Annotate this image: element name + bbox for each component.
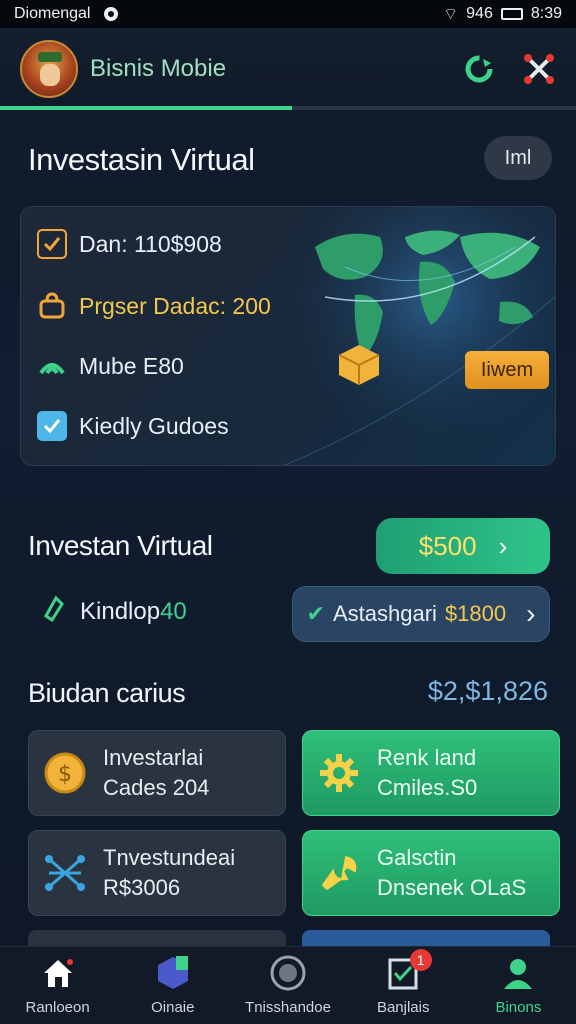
nav-item-transactions[interactable]: Tnisshandoe	[230, 947, 345, 1024]
section-title-businesses: Biudan carius	[28, 678, 186, 708]
notification-icon	[104, 7, 119, 21]
nav-label: Binons	[495, 999, 542, 1016]
nav-label: Oinaie	[151, 999, 195, 1016]
tile-investarlai[interactable]: $ Investarlai Cades 204	[28, 730, 286, 816]
chevron-right-icon: ›	[526, 598, 536, 629]
nav-item-home[interactable]: Ranloeon	[0, 947, 115, 1024]
section-title-investment: Investasin Virtual	[28, 142, 255, 177]
wrench-icon	[317, 851, 361, 895]
checkbox-checked-icon[interactable]	[37, 229, 67, 259]
nav-item-banjlais[interactable]: 1 Banjlais	[346, 947, 461, 1024]
battery-icon	[500, 8, 523, 20]
tile-tnvestundeai[interactable]: Tnvestundeai R$3006	[28, 830, 286, 916]
amount-label: $500	[418, 530, 477, 561]
wifi-icon: ⌔	[443, 6, 459, 23]
chevron-right-icon: ›	[498, 530, 508, 561]
blue-action-button[interactable]: ✔ Astashgari $1800 ›	[292, 586, 550, 642]
nav-label: Banjlais	[376, 999, 430, 1016]
signal-icon	[37, 351, 67, 381]
tile-galsctin[interactable]: Galsctin Dnsenek OLaS	[302, 830, 560, 916]
network-icon	[43, 851, 87, 895]
refresh-icon[interactable]	[462, 52, 496, 86]
check-icon: ✔	[306, 601, 325, 626]
tile-line1: Investarlai	[103, 745, 204, 770]
home-icon	[38, 953, 78, 993]
clock: 8:39	[530, 5, 562, 22]
tile-line2: R$3006	[103, 875, 181, 900]
signal-text: 946	[466, 5, 493, 22]
card-row-mobile: Mube E80	[37, 351, 184, 381]
bottom-nav: Ranloeon Oinaie Tnisshandoe 1 Banjlais B…	[0, 946, 576, 1024]
kindlop-item: Kindlop 40	[42, 594, 187, 629]
carrier-label: Diomengal	[14, 5, 91, 22]
tile-line1: Galsctin	[377, 845, 457, 870]
tile-line1: Renk land	[377, 745, 477, 770]
tile-renk-land[interactable]: Renk land Cmiles.S0	[302, 730, 560, 816]
total-value: $2,$1,826	[427, 676, 548, 706]
tile-line2: Cmiles.S0	[377, 775, 478, 800]
settings-cross-icon[interactable]	[522, 52, 556, 86]
app-title: Bisnis Mobie	[90, 55, 227, 82]
notification-badge: 1	[409, 949, 432, 971]
amount-green-button[interactable]: $500 ›	[376, 518, 550, 574]
nav-item-profile[interactable]: Binons	[461, 947, 576, 1024]
section-title-virtual: Investan Virtual	[28, 530, 213, 561]
blue-button-label: Astashgari	[332, 601, 437, 626]
coin-icon: $	[43, 751, 87, 795]
card-row-label: Dan: 110$908	[79, 230, 222, 257]
kindlop-amount: 40	[160, 597, 187, 625]
status-bar: Diomengal ⌔ 946 8:39	[0, 0, 576, 28]
checkbox-checked-icon[interactable]	[37, 411, 67, 441]
nav-item-online[interactable]: Oinaie	[115, 947, 230, 1024]
tile-line2: Dnsenek OLaS	[377, 875, 527, 900]
svg-text:$: $	[58, 762, 72, 787]
investment-card: Dan: 110$908 Prgser Dadac: 200 Mube E80 …	[20, 206, 556, 466]
card-row-guide: Kiedly Gudoes	[37, 411, 229, 441]
nav-label: Ranloeon	[25, 999, 90, 1016]
user-icon	[498, 953, 538, 993]
blue-button-amount: $1800	[444, 601, 507, 626]
nav-label: Tnisshandoe	[245, 999, 331, 1016]
card-row-balance: Dan: 110$908	[37, 229, 222, 259]
bag-icon	[37, 291, 67, 321]
cube-icon	[153, 953, 193, 993]
app-header: Bisnis Mobie	[0, 28, 576, 110]
world-map-illustration	[284, 207, 555, 465]
avatar[interactable]	[20, 40, 78, 98]
tile-line2: Cades 204	[103, 775, 210, 800]
action-pill-button[interactable]: Iml	[484, 136, 552, 180]
target-icon	[268, 953, 308, 993]
card-row-label: Kiedly Gudoes	[79, 412, 229, 439]
card-row-progress: Prgser Dadac: 200	[37, 291, 271, 321]
edit-icon	[42, 594, 70, 629]
view-button[interactable]: Iiwem	[465, 351, 549, 389]
gear-icon	[317, 751, 361, 795]
tab-progress-bar	[0, 106, 576, 110]
card-row-label: Prgser Dadac: 200	[79, 292, 271, 319]
kindlop-label: Kindlop	[80, 597, 161, 625]
card-row-label: Mube E80	[79, 352, 184, 379]
tile-line1: Tnvestundeai	[103, 845, 236, 870]
system-tray: ⌔ 946 8:39	[443, 4, 562, 24]
